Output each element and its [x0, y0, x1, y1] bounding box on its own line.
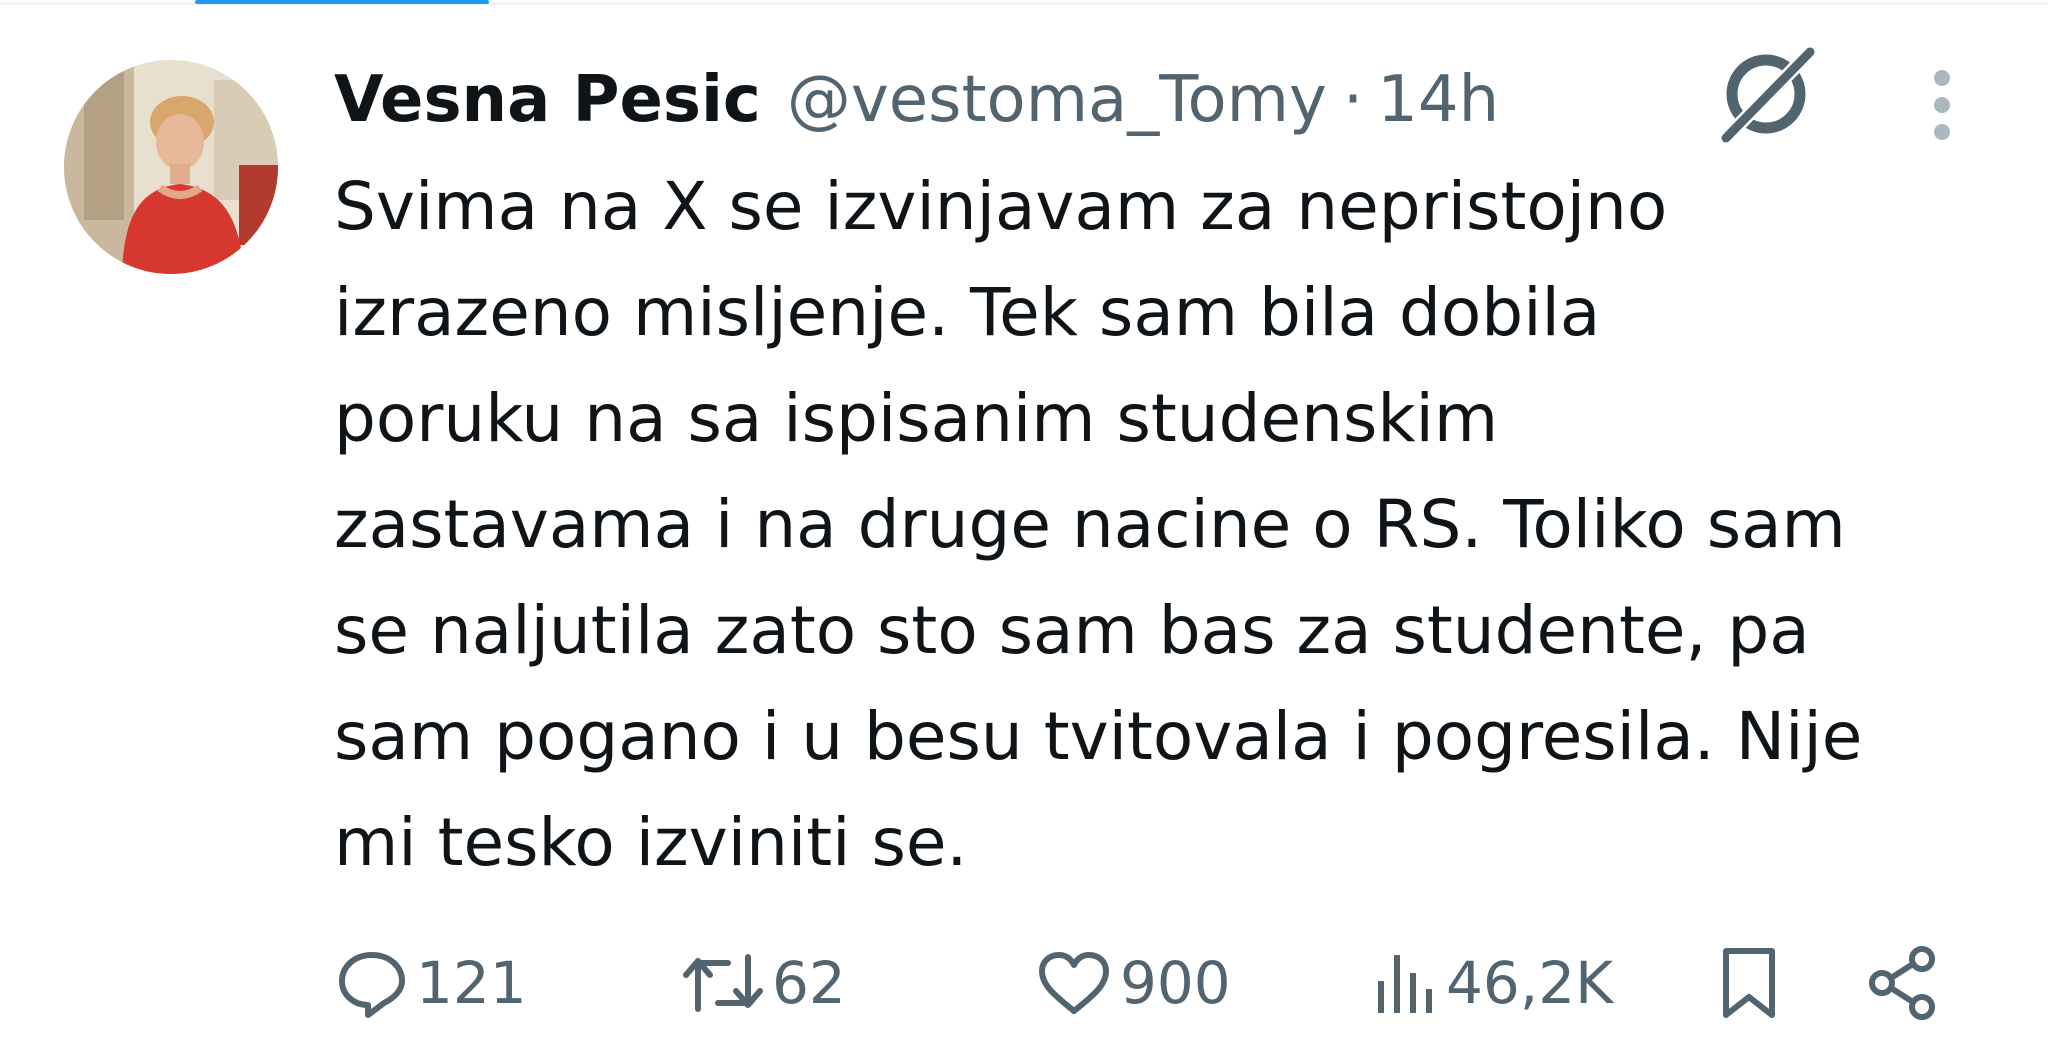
bar-chart-icon: [1378, 955, 1432, 1013]
display-name[interactable]: Vesna Pesic: [334, 52, 761, 148]
tweet-view: Vesna Pesic @vestoma_Tomy · 14h Svima na…: [0, 0, 2048, 1044]
tweet-text-line: mi tesko izviniti se.: [334, 804, 968, 881]
view-count: 46,2K: [1446, 949, 1614, 1017]
active-tab-indicator: [195, 0, 489, 4]
views-button[interactable]: 46,2K: [1370, 935, 1613, 1031]
tweet-text-line: poruku na sa ispisanim studenskim: [334, 380, 1499, 457]
share-button[interactable]: [1864, 935, 1944, 1031]
bookmark-button[interactable]: [1714, 935, 1784, 1031]
avatar[interactable]: [64, 60, 278, 274]
tweet-text-line: se naljutila zato sto sam bas za student…: [334, 592, 1810, 669]
reply-bubble-icon: [339, 952, 405, 1018]
action-bar: 121 62 900 46,2K: [334, 935, 1984, 1031]
repost-button[interactable]: 62: [680, 935, 846, 1031]
avatar-image: [64, 60, 278, 274]
share-icon: [1869, 946, 1935, 1020]
like-count: 900: [1120, 949, 1231, 1017]
tweet-text-line: izrazeno misljenje. Tek sam bila dobila: [334, 274, 1601, 351]
tweet-text-line: Svima na X se izvinjavam za nepristojno: [334, 168, 1668, 245]
reply-button[interactable]: 121: [334, 935, 527, 1031]
reply-count: 121: [416, 949, 527, 1017]
timestamp[interactable]: 14h: [1377, 52, 1499, 148]
more-vertical-icon[interactable]: [1912, 60, 1972, 150]
separator-dot: ·: [1342, 63, 1364, 137]
bookmark-icon: [1723, 948, 1775, 1018]
tweet-header: Vesna Pesic @vestoma_Tomy · 14h: [334, 52, 1499, 148]
tweet-text-line: zastavama i na druge nacine o RS. Toliko…: [334, 486, 1846, 563]
like-button[interactable]: 900: [1034, 935, 1231, 1031]
heart-icon: [1039, 952, 1109, 1014]
tweet-text-line: sam pogano i u besu tvitovala i pogresil…: [334, 698, 1863, 775]
repost-arrows-icon: [683, 954, 763, 1012]
user-handle[interactable]: @vestoma_Tomy: [787, 52, 1327, 148]
repost-count: 62: [772, 949, 846, 1017]
grok-icon[interactable]: [1712, 40, 1820, 148]
tweet-text: Svima na X se izvinjavam za nepristojno …: [334, 154, 2014, 896]
